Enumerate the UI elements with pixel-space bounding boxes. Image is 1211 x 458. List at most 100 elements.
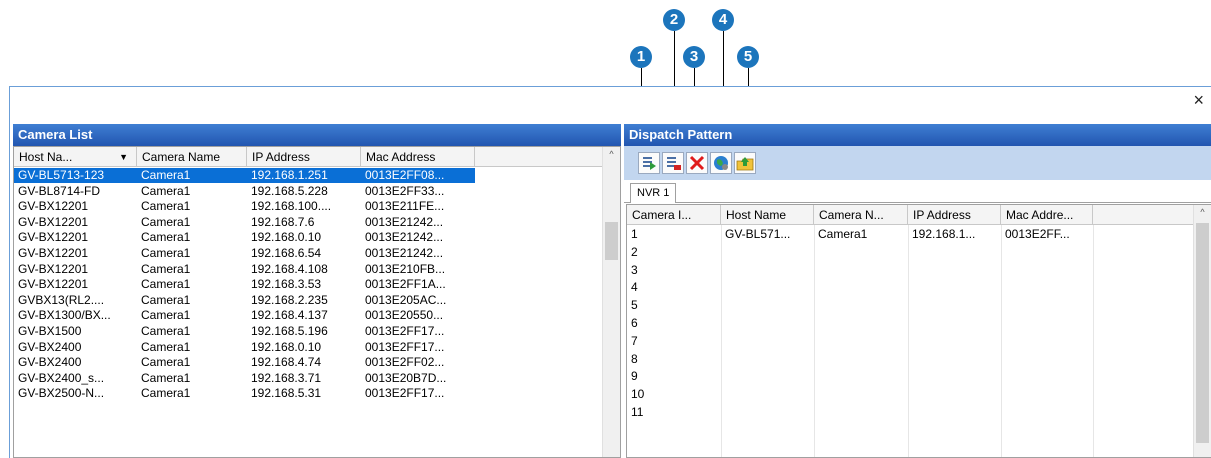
- cell-host-name: GV-BX2400: [18, 355, 82, 370]
- camera-list-grid: Host Na... ▼ Camera Name IP Address Mac …: [13, 146, 621, 458]
- column-header-mac-address[interactable]: Mac Addre...: [1001, 205, 1093, 225]
- cell-mac-address: 0013E2FF...: [1005, 227, 1070, 241]
- column-header-ip-address[interactable]: IP Address: [908, 205, 1001, 225]
- cell-ip-address: 192.168.0.10: [251, 339, 322, 354]
- cell-ip-address: 192.168.4.74: [251, 355, 322, 370]
- table-row[interactable]: GV-BX2500-N... Camera1 192.168.5.31 0013E2F…: [14, 386, 475, 401]
- close-icon[interactable]: ×: [1193, 91, 1204, 109]
- cell-host-name: [721, 351, 814, 368]
- cell-host-name: [721, 333, 814, 350]
- export-folder-button[interactable]: [734, 152, 756, 174]
- cell-mac-address: [1001, 351, 1093, 368]
- add-camera-icon: [643, 157, 656, 170]
- cell-host-name: [721, 297, 814, 314]
- table-row[interactable]: GV-BX12201 Camera1 192.168.4.108 0013E210FB…: [14, 262, 475, 277]
- cell-camera-id: 4: [631, 280, 638, 295]
- table-row[interactable]: GV-BX12201 Camera1 192.168.6.54 0013E21242.…: [14, 246, 475, 261]
- dispatch-grid: Camera I... Host Name Camera N... IP Add…: [626, 204, 1211, 458]
- cell-host-name: [721, 279, 814, 296]
- table-row[interactable]: GV-BL8714-FD Camera1 192.168.5.228 0013E2FF…: [14, 184, 475, 199]
- callout-2: 2: [663, 9, 685, 31]
- table-row[interactable]: 7: [627, 333, 1093, 350]
- table-row[interactable]: 3: [627, 262, 1093, 279]
- add-camera-button[interactable]: [638, 152, 660, 174]
- table-row[interactable]: 11: [627, 404, 1093, 421]
- cell-ip-address: 192.168.5.196: [251, 324, 328, 338]
- cell-mac-address: 0013E20B7D...: [365, 370, 447, 385]
- scroll-thumb[interactable]: [1196, 223, 1209, 443]
- column-header-mac-address[interactable]: Mac Address: [361, 147, 475, 167]
- column-header-camera-id[interactable]: Camera I...: [627, 205, 721, 225]
- column-header-camera-name[interactable]: Camera Name: [137, 147, 247, 167]
- table-row[interactable]: GV-BX12201 Camera1 192.168.0.10 0013E21242.…: [14, 230, 475, 245]
- cell-mac-address: 0013E21242...: [365, 246, 444, 260]
- cell-ip-address: 192.168.6.54: [251, 246, 322, 260]
- cell-ip-address: 192.168.5.228: [251, 183, 328, 198]
- table-row[interactable]: 8: [627, 351, 1093, 368]
- cell-camera-id: 2: [631, 244, 638, 259]
- cell-host-name: GV-BX12201: [18, 246, 89, 260]
- table-row[interactable]: GV-BX2400 Camera1 192.168.0.10 0013E2FF17..…: [14, 340, 475, 355]
- column-header-camera-name[interactable]: Camera N...: [814, 205, 908, 225]
- table-row[interactable]: GV-BX1300/BX... Camera1 192.168.4.137 0013E…: [14, 308, 475, 323]
- cell-ip-address: 192.168.5.31: [251, 386, 322, 401]
- table-row[interactable]: GVBX13(RL2.... Camera1 192.168.2.235 0013E2…: [14, 293, 475, 308]
- scroll-thumb[interactable]: [605, 222, 618, 260]
- camera-list-scrollbar[interactable]: ^: [602, 147, 620, 457]
- cell-camera-id: 1: [631, 227, 638, 241]
- cell-camera-name: Camera1: [141, 308, 191, 323]
- table-row[interactable]: GV-BX12201 Camera1 192.168.100.... 0013E211…: [14, 199, 475, 214]
- cell-camera-name: Camera1: [141, 199, 191, 214]
- remove-camera-icon: [667, 157, 681, 170]
- table-row[interactable]: GV-BX2400_s... Camera1 192.168.3.71 0013E20…: [14, 371, 475, 386]
- table-row[interactable]: 5: [627, 297, 1093, 314]
- table-row[interactable]: 1 GV-BL571... Camera1 192.168.1... 0013E2FF.…: [627, 226, 1093, 243]
- scroll-up-icon[interactable]: ^: [1194, 207, 1211, 217]
- cell-ip-address: 192.168.100....: [251, 199, 332, 214]
- cell-mac-address: [1001, 244, 1093, 261]
- cell-camera-name: Camera1: [141, 261, 191, 276]
- table-row[interactable]: 4: [627, 279, 1093, 296]
- cell-mac-address: 0013E21242...: [365, 230, 444, 245]
- table-row[interactable]: GV-BL5713-123 Camera1 192.168.1.251 0013E2F…: [14, 168, 475, 183]
- table-row[interactable]: GV-BX12201 Camera1 192.168.3.53 0013E2FF1A.…: [14, 277, 475, 292]
- cell-ip-address: [908, 404, 1001, 421]
- cell-host-name: [721, 262, 814, 279]
- network-globe-button[interactable]: [710, 152, 732, 174]
- cell-ip-address: [908, 297, 1001, 314]
- table-row[interactable]: 6: [627, 315, 1093, 332]
- table-row[interactable]: GV-BX1500 Camera1 192.168.5.196 0013E2FF17.…: [14, 324, 475, 339]
- dispatch-scrollbar[interactable]: ^: [1193, 205, 1211, 457]
- remove-camera-button[interactable]: [662, 152, 684, 174]
- tab-nvr-1[interactable]: NVR 1: [630, 183, 677, 203]
- cell-host-name: GV-BX12201: [18, 261, 89, 276]
- cell-host-name: [721, 244, 814, 261]
- delete-button[interactable]: [686, 152, 708, 174]
- cell-ip-address: [908, 333, 1001, 350]
- cell-mac-address: 0013E210FB...: [365, 261, 446, 276]
- column-header-ip-address[interactable]: IP Address: [247, 147, 361, 167]
- table-row[interactable]: GV-BX12201 Camera1 192.168.7.6 0013E21242..…: [14, 215, 475, 230]
- cell-mac-address: [1001, 333, 1093, 350]
- cell-camera-name: Camera1: [141, 370, 191, 385]
- network-globe-icon: [714, 156, 728, 170]
- scroll-up-icon[interactable]: ^: [603, 149, 620, 159]
- cell-mac-address: 0013E2FF1A...: [365, 277, 446, 292]
- cell-camera-id: 5: [631, 298, 638, 313]
- cell-ip-address: 192.168.1...: [912, 227, 976, 241]
- column-header-host-name[interactable]: Host Na... ▼: [14, 147, 137, 167]
- cell-host-name: GV-BX12201: [18, 214, 89, 229]
- nvr-tabstrip: NVR 1: [624, 180, 1211, 203]
- cell-camera-name: [814, 351, 908, 368]
- table-row[interactable]: 9: [627, 368, 1093, 385]
- cell-host-name: GV-BX12201: [18, 199, 89, 214]
- cell-host-name: GV-BL5713-123: [14, 168, 137, 183]
- table-row[interactable]: GV-BX2400 Camera1 192.168.4.74 0013E2FF02..…: [14, 355, 475, 370]
- table-row[interactable]: 2: [627, 244, 1093, 261]
- table-row[interactable]: 10: [627, 386, 1093, 403]
- cell-mac-address: 0013E2FF17...: [365, 386, 445, 401]
- cell-camera-name: [814, 404, 908, 421]
- column-header-host-name[interactable]: Host Name: [721, 205, 814, 225]
- cell-mac-address: 0013E205AC...: [365, 292, 447, 307]
- cell-camera-name: Camera1: [141, 246, 191, 260]
